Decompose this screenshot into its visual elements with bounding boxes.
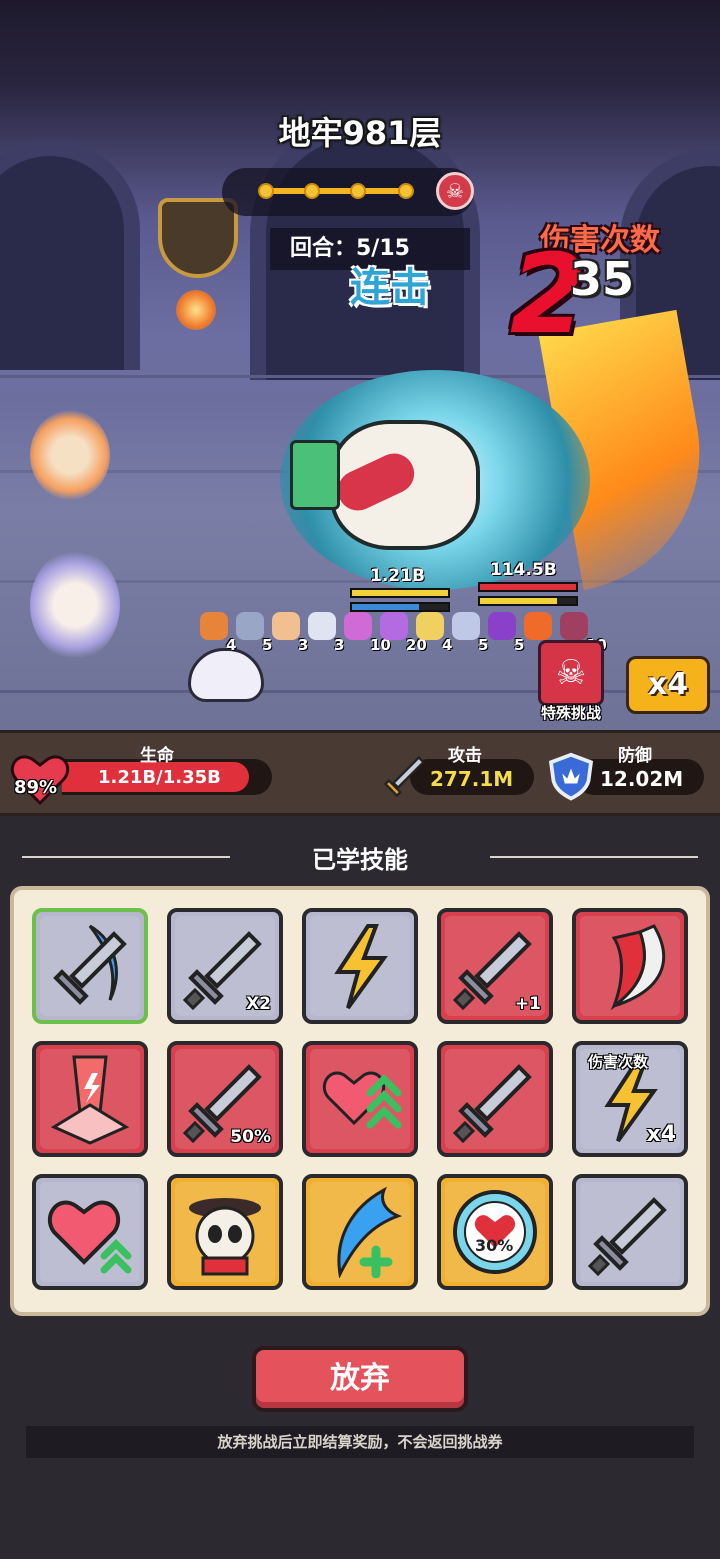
skill-tag: 50% — [230, 1127, 271, 1147]
progress-dot — [350, 183, 366, 199]
buff-count: 3 — [298, 636, 309, 654]
skill-tag: X2 — [246, 994, 271, 1014]
speed-toggle-button[interactable]: x4 — [626, 656, 710, 714]
enemy-hp-bar — [478, 582, 578, 592]
panda-skill[interactable] — [167, 1174, 283, 1290]
shield-banner-icon — [158, 198, 238, 278]
angel-icon — [452, 612, 480, 640]
sword-icon — [383, 755, 426, 798]
sword-plus-skill[interactable]: +1 — [437, 908, 553, 1024]
heading-divider — [490, 856, 698, 858]
power-beam-skill[interactable] — [32, 1041, 148, 1157]
crystal-icon — [380, 612, 408, 640]
hourglass-icon — [560, 612, 588, 640]
damage-count-skill[interactable]: 伤害次数 x4 — [572, 1041, 688, 1157]
floor-edge — [0, 690, 720, 693]
background-arch-left — [0, 140, 140, 370]
hearts-icon — [322, 1071, 402, 1129]
progress-dot — [304, 183, 320, 199]
give-up-note: 放弃挑战后立即结算奖励，不会返回挑战券 — [26, 1426, 694, 1458]
boss-skull-icon: ☠ — [436, 172, 474, 210]
special-challenge-button[interactable]: ☠ — [538, 640, 604, 706]
special-challenge-label: 特殊挑战 — [540, 704, 601, 722]
heart-icon — [47, 1200, 132, 1274]
life-percent: 89% — [14, 777, 58, 798]
enemy-hp-left: 1.21B — [370, 566, 425, 586]
hero-ice-girl[interactable] — [30, 550, 120, 660]
slash-icon — [610, 924, 666, 1011]
hero-cat-girl[interactable] — [30, 410, 110, 500]
mushroom-icon — [344, 612, 372, 640]
fox-icon — [200, 612, 228, 640]
skull-icon — [488, 612, 516, 640]
buff-count: 5 — [514, 636, 525, 654]
attack-title: 攻击 — [448, 746, 482, 766]
broken-heart-skill[interactable]: 30% — [437, 1174, 553, 1290]
skills-grid: X2 +1 50% 伤害次数 x4 30% — [10, 886, 710, 1316]
skill-tag: 30% — [475, 1236, 514, 1255]
stage-progress: ☠ — [222, 168, 474, 216]
buff-count: 5 — [262, 636, 273, 654]
sword-heal-skill[interactable]: 50% — [167, 1041, 283, 1157]
staff-icon — [416, 612, 444, 640]
defense-title: 防御 — [618, 746, 652, 766]
enemy-hp-right: 114.5B — [490, 560, 557, 580]
life-value: 1.21B/1.35B — [98, 767, 221, 788]
battle-scene: 地牢981层 ☠ 回合：5/15 连击 伤害次数 2 35 1.21B 114.… — [0, 0, 720, 730]
hero-slime[interactable] — [188, 648, 264, 702]
buff-count: 4 — [442, 636, 453, 654]
beam-icon — [50, 1055, 130, 1145]
sword-icon — [236, 612, 264, 640]
enemy-hp-bar — [350, 588, 450, 598]
ghost-icon — [308, 612, 336, 640]
sword-wave-skill[interactable] — [32, 908, 148, 1024]
gift-box-icon — [290, 440, 340, 510]
water-wave-skill[interactable] — [302, 1174, 418, 1290]
dungeon-title: 地牢981层 — [278, 114, 442, 152]
life-title: 生命 — [140, 746, 174, 766]
buff-count: 4 — [226, 636, 237, 654]
progress-track — [264, 188, 414, 194]
progress-dot — [258, 183, 274, 199]
sword-up-skill[interactable] — [437, 1041, 553, 1157]
enemy-mp-bar — [350, 602, 450, 612]
skill-tag: +1 — [514, 994, 541, 1014]
sword-icon — [587, 1197, 667, 1277]
hearts-up-skill[interactable] — [302, 1041, 418, 1157]
combo-label: 连击 — [350, 265, 430, 311]
fire-icon — [524, 612, 552, 640]
stats-bar: 89% 生命 1.21B/1.35B 攻击 277.1M 防御 12.02M — [0, 730, 720, 816]
shield-icon — [548, 752, 594, 801]
defense-value: 12.02M — [600, 767, 684, 791]
buff-count: 3 — [334, 636, 345, 654]
progress-dot — [398, 183, 414, 199]
hit-count-number: 35 — [570, 252, 635, 306]
broken-heart-icon — [453, 1190, 537, 1274]
skull-icon: ☠ — [555, 653, 587, 693]
sword-wave-icon — [53, 924, 127, 1005]
give-up-button[interactable]: 放弃 — [252, 1346, 468, 1412]
skill-tag: x4 — [646, 1122, 677, 1147]
sword-icon — [452, 1064, 532, 1144]
enemy-shield-bar — [478, 596, 578, 606]
cat-icon — [272, 612, 300, 640]
heart-up-skill[interactable] — [32, 1174, 148, 1290]
buff-count: 5 — [478, 636, 489, 654]
panda-icon — [189, 1198, 261, 1276]
attack-value: 277.1M — [430, 767, 514, 791]
torch-icon — [176, 290, 216, 330]
sword-percent-skill[interactable] — [572, 1174, 688, 1290]
wave-icon — [337, 1186, 403, 1278]
double-sword-skill[interactable]: X2 — [167, 908, 283, 1024]
lightning-skill[interactable] — [302, 908, 418, 1024]
skill-top-tag: 伤害次数 — [588, 1053, 649, 1071]
lightning-icon — [334, 924, 388, 1010]
red-slash-skill[interactable] — [572, 908, 688, 1024]
